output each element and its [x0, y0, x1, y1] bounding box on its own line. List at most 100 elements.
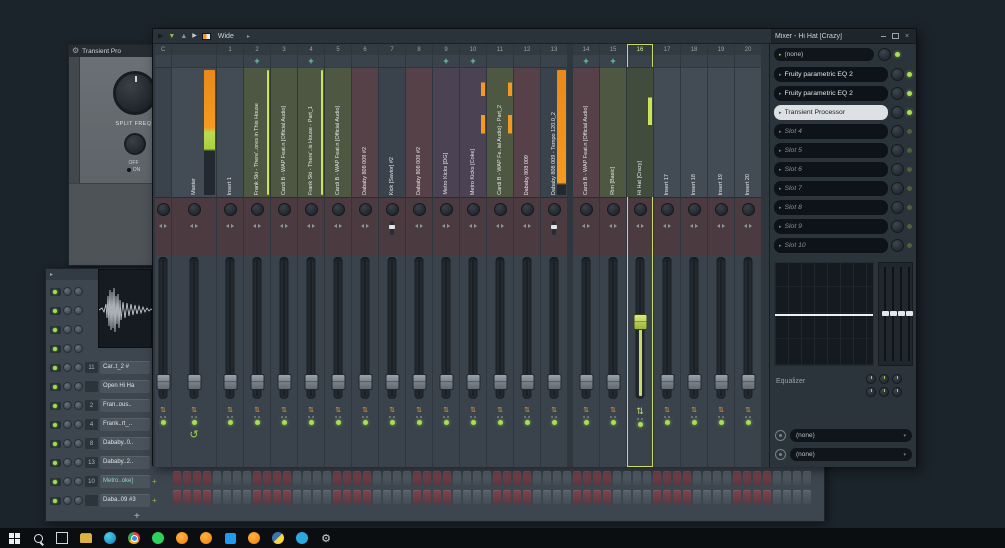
step-cell[interactable]: [183, 490, 191, 504]
fx-mix-knob[interactable]: [891, 239, 904, 252]
step-cell[interactable]: [543, 471, 551, 485]
step-cell[interactable]: [653, 490, 661, 504]
route-arrows-icon[interactable]: ⇅: [524, 407, 530, 414]
mute-led[interactable]: [664, 420, 670, 425]
track-number[interactable]: 14: [573, 44, 599, 55]
mute-led[interactable]: [308, 420, 314, 425]
volume-fader[interactable]: [735, 255, 761, 405]
step-cell[interactable]: [393, 471, 401, 485]
track-name-panel[interactable]: Dababy 808 009 #2: [352, 67, 378, 197]
step-cell[interactable]: [413, 471, 421, 485]
mixer-strip[interactable]: 18 Insert 18 ⇅: [681, 44, 707, 467]
taskbar-icon-fl-studio[interactable]: [170, 528, 194, 548]
amount-knob[interactable]: [124, 133, 146, 155]
preset-selector[interactable]: ▸ (none): [774, 48, 874, 61]
stereo-separation-handle[interactable]: [551, 225, 557, 229]
step-cell[interactable]: [323, 490, 331, 504]
stereo-separation-control[interactable]: [636, 221, 644, 231]
mute-led[interactable]: [191, 420, 197, 425]
graph-slider[interactable]: [889, 267, 897, 361]
route-arrows-icon[interactable]: ⇅: [664, 407, 670, 414]
route-arrows-icon[interactable]: ⇅: [497, 407, 503, 414]
channel-pan-knob[interactable]: [63, 344, 72, 353]
step-cell[interactable]: [473, 490, 481, 504]
stereo-separation-control[interactable]: [717, 221, 725, 231]
step-cell[interactable]: [343, 490, 351, 504]
step-cell[interactable]: [763, 471, 771, 485]
fx-send-slot[interactable]: (none) ▾: [770, 426, 917, 445]
pan-knob[interactable]: [579, 203, 593, 216]
fader-groove[interactable]: [547, 257, 561, 399]
stereo-separation-slider[interactable]: [389, 221, 395, 235]
step-cell[interactable]: [173, 490, 181, 504]
step-cell[interactable]: [673, 490, 681, 504]
step-cell[interactable]: [503, 471, 511, 485]
taskbar-icon-telegram[interactable]: [290, 528, 314, 548]
step-cell[interactable]: [343, 471, 351, 485]
step-cell[interactable]: [783, 471, 791, 485]
track-number[interactable]: 7: [379, 44, 405, 55]
mute-led[interactable]: [281, 420, 287, 425]
channel-pan-knob[interactable]: [63, 401, 72, 410]
mute-led[interactable]: [389, 420, 395, 425]
step-cell[interactable]: [463, 471, 471, 485]
taskbar-icon-fl-studio[interactable]: [194, 528, 218, 548]
channel-name-button[interactable]: Frank..rt_..: [100, 418, 150, 431]
fader-groove[interactable]: [156, 257, 170, 399]
fx-slot-button[interactable]: ▸ Slot 7: [774, 181, 888, 196]
stereo-separation-control[interactable]: [469, 221, 477, 231]
channel-name-button[interactable]: Open Hi Ha: [100, 380, 150, 393]
track-name-panel[interactable]: [155, 67, 171, 197]
up-arrow-icon[interactable]: ▲: [180, 33, 187, 40]
step-cell[interactable]: [403, 490, 411, 504]
mixer-strip[interactable]: 9 + Metro Kicks [DG] ⇅: [433, 44, 459, 467]
step-cell[interactable]: [573, 471, 581, 485]
step-cell[interactable]: [443, 471, 451, 485]
pan-knob[interactable]: [250, 203, 264, 216]
record-arm-button[interactable]: [541, 55, 567, 67]
mixer-strip[interactable]: 12 Dababy 808 009 ⇅: [514, 44, 540, 467]
graph-slider-handle[interactable]: [881, 311, 889, 316]
channel-name-button[interactable]: Fran..ous..: [100, 399, 150, 412]
route-arrows-icon[interactable]: ⇅: [335, 407, 341, 414]
pan-knob[interactable]: [547, 203, 561, 216]
fx-slot-button[interactable]: ▸ Slot 9: [774, 219, 888, 234]
step-cell[interactable]: [533, 471, 541, 485]
step-cell[interactable]: [553, 490, 561, 504]
channel-pan-knob[interactable]: [63, 420, 72, 429]
fader-groove[interactable]: [412, 257, 426, 399]
step-cell[interactable]: [363, 471, 371, 485]
track-name-panel[interactable]: Dababy 808 009 - Tempo 120.0_2: [541, 67, 567, 197]
mixer-strip[interactable]: 14 + Cardi B - WAP Feat.n [Official Audio]…: [573, 44, 599, 467]
route-arrows-icon[interactable]: ⇅: [308, 407, 314, 414]
track-name-panel[interactable]: Metro Kicks [Coke]: [460, 67, 486, 197]
channel-enable-led[interactable]: [50, 496, 61, 505]
taskbar-icon-task-view[interactable]: [50, 528, 74, 548]
volume-fader[interactable]: [379, 255, 405, 405]
channel-pan-knob[interactable]: [63, 325, 72, 334]
volume-fader-handle[interactable]: [741, 374, 755, 390]
fx-enable-led[interactable]: [907, 72, 912, 77]
channel-enable-led[interactable]: [50, 287, 61, 296]
volume-fader-handle[interactable]: [714, 374, 728, 390]
step-cell[interactable]: [413, 490, 421, 504]
stereo-separation-control[interactable]: [253, 221, 261, 231]
mute-led[interactable]: [718, 420, 724, 425]
track-number[interactable]: 4: [298, 44, 324, 55]
graph-slider-handle[interactable]: [905, 311, 913, 316]
stereo-separation-control[interactable]: [334, 221, 342, 231]
pan-knob[interactable]: [741, 203, 755, 216]
step-cell[interactable]: [683, 471, 691, 485]
step-cell[interactable]: [443, 490, 451, 504]
volume-fader-handle[interactable]: [331, 374, 345, 390]
record-arm-button[interactable]: +: [244, 55, 270, 67]
channel-volume-knob[interactable]: [74, 325, 83, 334]
pan-knob[interactable]: [385, 203, 399, 216]
track-number[interactable]: 11: [487, 44, 513, 55]
step-cell[interactable]: [633, 471, 641, 485]
volume-fader[interactable]: [654, 255, 680, 405]
taskbar-icon-fl-studio[interactable]: [242, 528, 266, 548]
close-button[interactable]: [902, 31, 912, 41]
step-cell[interactable]: [743, 471, 751, 485]
stereo-separation-control[interactable]: [280, 221, 288, 231]
